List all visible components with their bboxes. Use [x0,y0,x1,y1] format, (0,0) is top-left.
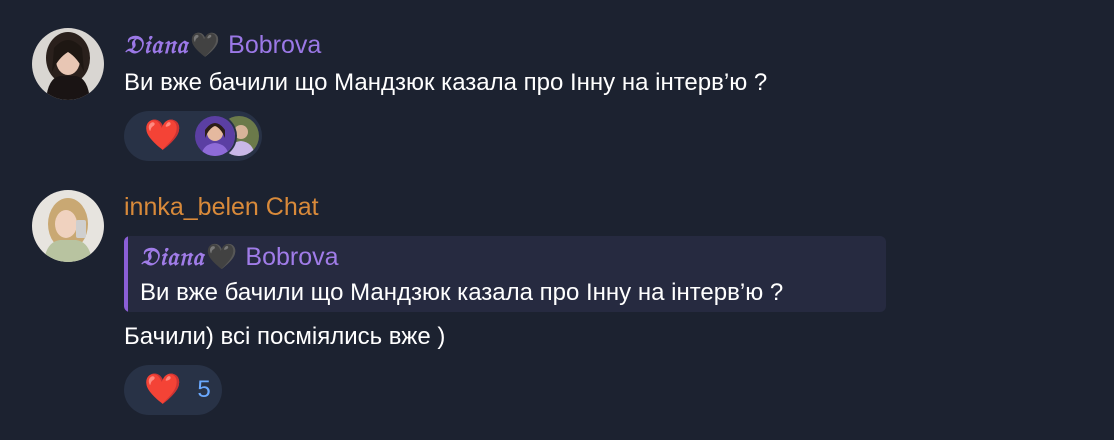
reply-quote-bar [124,236,128,312]
avatar-innka-image [32,190,104,262]
chat-view: 𝔇𝔦𝔞𝔫𝔞🖤 Bobrova Ви вже бачили що Мандзюк к… [0,0,1114,440]
previous-message-clipped [380,0,580,4]
reply-sender-decorative-name: 𝔇𝔦𝔞𝔫𝔞 [140,242,205,271]
message-text: Ви вже бачили що Мандзюк казала про Інну… [124,69,768,96]
black-heart-icon: 🖤 [206,243,238,271]
avatar-diana-bobrova[interactable] [32,28,104,100]
red-heart-icon: ❤️ [144,373,182,406]
reply-quote-text: Ви вже бачили що Мандзюк казала про Інну… [140,279,784,306]
reply-quote[interactable]: 𝔇𝔦𝔞𝔫𝔞🖤 Bobrova Ви вже бачили що Мандзюк к… [124,236,886,312]
message-text: Бачили) всі посміялись вже ) [124,323,446,350]
red-heart-icon: ❤️ [144,119,182,152]
avatar-diana-image [32,28,104,100]
avatar-innka-belen[interactable] [32,190,104,262]
reaction-heart-button[interactable]: ❤️ [124,111,262,161]
reaction-count: 5 [197,376,211,403]
sender-surname: Bobrova [228,31,322,59]
reactor-avatars [195,116,260,156]
reply-sender-name: 𝔇𝔦𝔞𝔫𝔞🖤 Bobrova [140,242,339,272]
sender-decorative-name: 𝔇𝔦𝔞𝔫𝔞 [124,30,189,59]
black-heart-icon: 🖤 [190,32,221,59]
reaction-heart-button[interactable]: ❤️ 5 [124,365,222,415]
reply-sender-surname: Bobrova [245,243,339,271]
sender-name[interactable]: innka_belen Chat [124,192,319,222]
sender-name[interactable]: 𝔇𝔦𝔞𝔫𝔞🖤 Bobrova [124,30,321,61]
